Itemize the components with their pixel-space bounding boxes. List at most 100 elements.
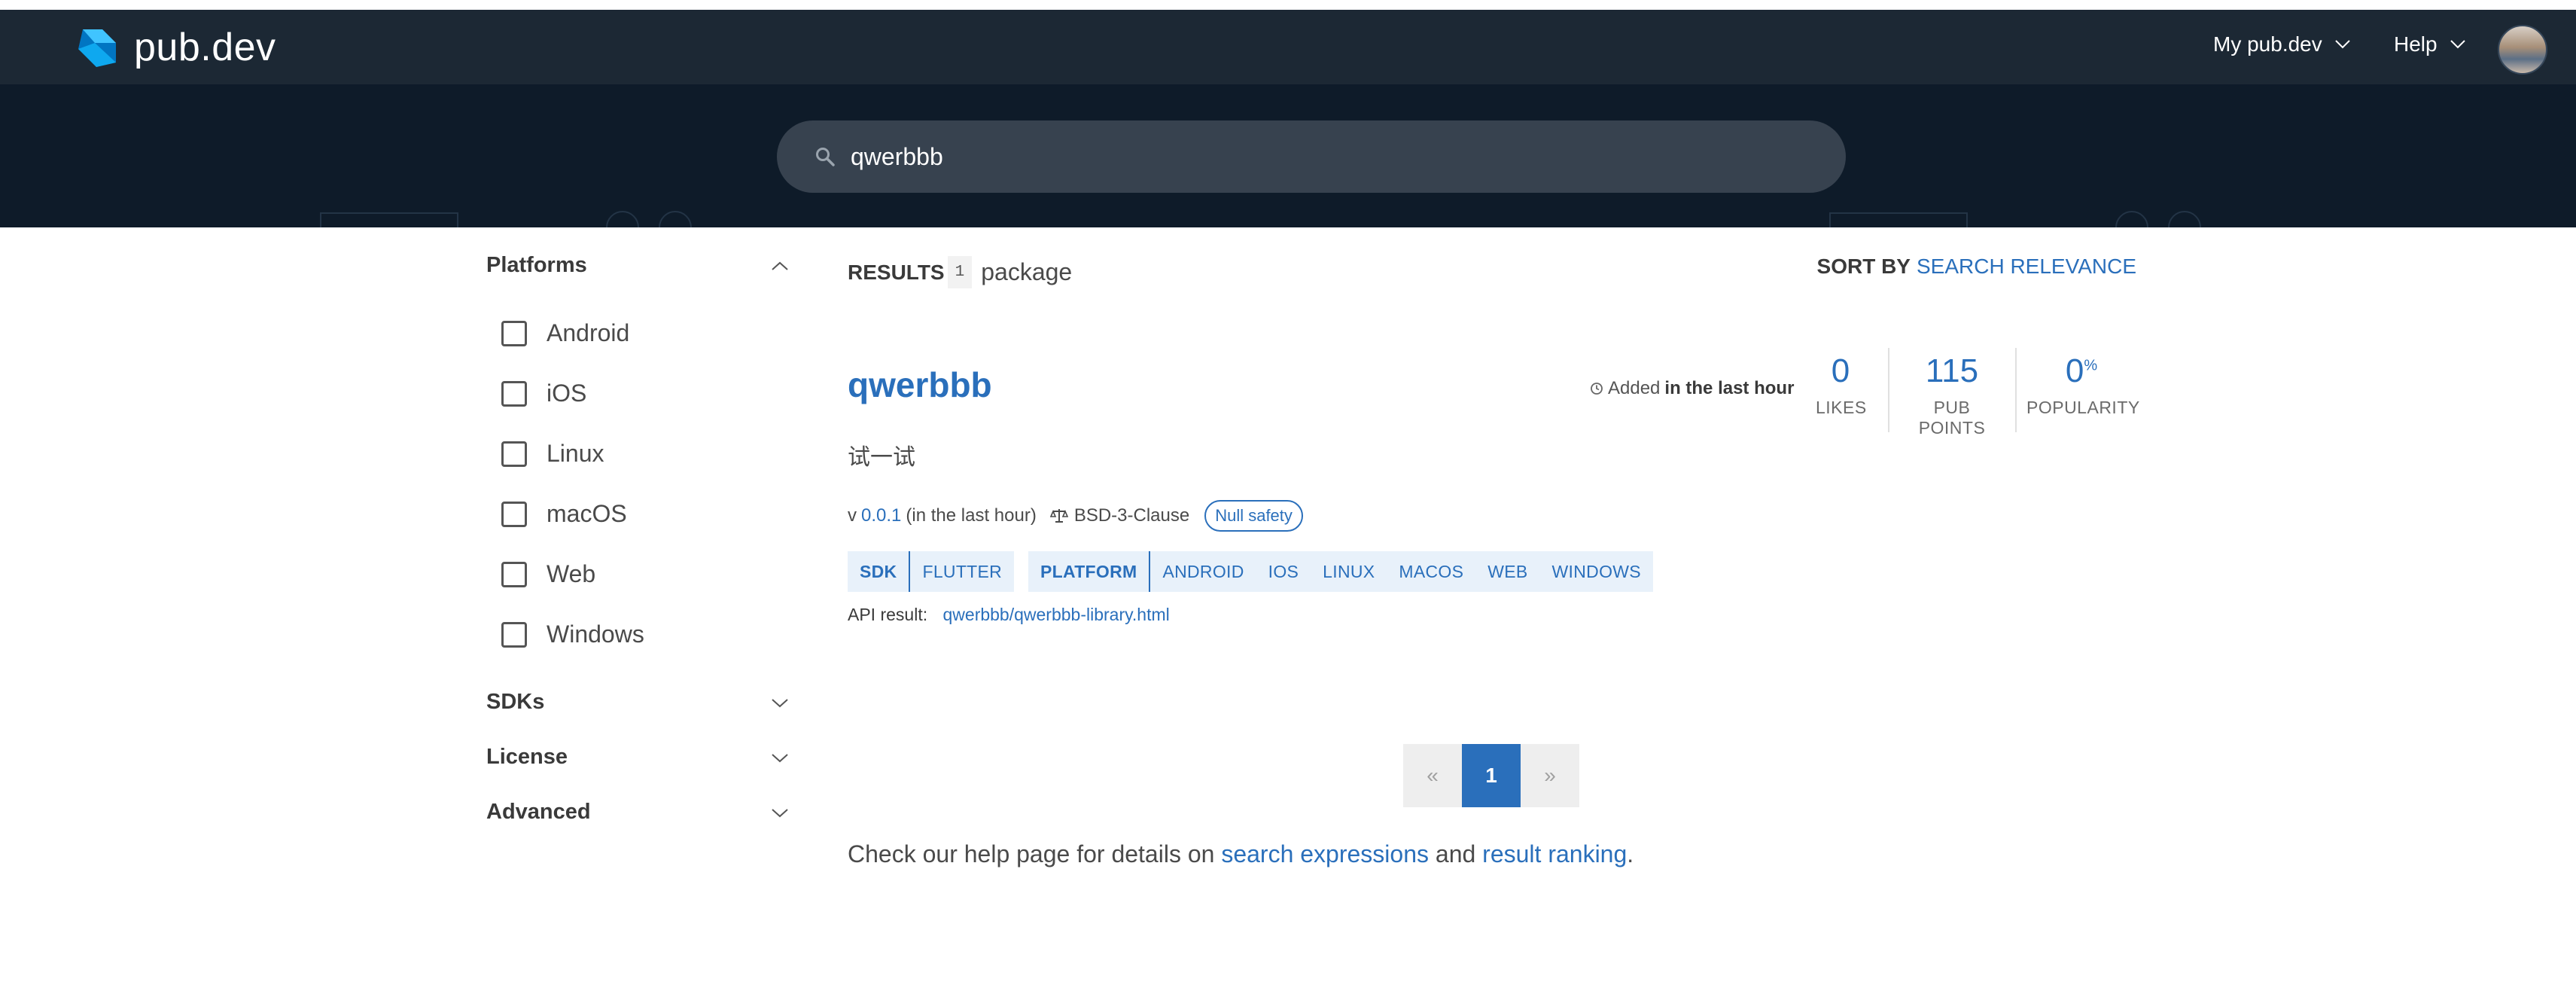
popularity-label: POPULARITY xyxy=(2026,398,2140,417)
balance-scale-icon xyxy=(1049,509,1068,523)
filter-license-header[interactable]: License xyxy=(486,745,789,770)
chevron-down-icon xyxy=(2450,40,2465,49)
platform-tag-key[interactable]: PLATFORM xyxy=(1028,551,1151,592)
license-label: BSD-3-Clause xyxy=(1073,505,1190,526)
popularity-unit: % xyxy=(2084,357,2098,374)
chevron-down-icon xyxy=(772,809,788,818)
checkbox[interactable] xyxy=(501,561,527,587)
platform-checkbox-macos[interactable]: macOS xyxy=(501,500,627,528)
checkbox-label: Android xyxy=(547,319,630,346)
result-ranking-link[interactable]: result ranking xyxy=(1482,840,1627,868)
api-result-link[interactable]: qwerbbb/qwerbbb-library.html xyxy=(943,605,1170,624)
version-link[interactable]: 0.0.1 xyxy=(861,505,901,526)
sdk-tags: SDK FLUTTER xyxy=(848,551,1015,592)
search-box[interactable]: qwerbbb xyxy=(777,120,1846,193)
page-1-button[interactable]: 1 xyxy=(1462,744,1521,807)
prev-page-button[interactable]: « xyxy=(1403,744,1462,807)
filter-advanced-header[interactable]: Advanced xyxy=(486,800,789,825)
checkbox[interactable] xyxy=(501,380,527,407)
metric-divider xyxy=(1888,348,1889,432)
results-unit: package xyxy=(981,258,1073,285)
help-text: Check our help page for details on searc… xyxy=(848,840,1634,868)
results-count: 1 xyxy=(947,256,973,288)
clock-icon xyxy=(1591,383,1603,395)
help-label: Help xyxy=(2394,32,2437,56)
pub-dev-logo[interactable]: pub.dev xyxy=(72,25,276,70)
added-info: Added in the last hour xyxy=(1590,378,1794,399)
help-prefix: Check our help page for details on xyxy=(848,840,1215,868)
likes-value: 0 xyxy=(1831,352,1850,389)
platform-tags: PLATFORM ANDROID IOS LINUX MACOS WEB WIN… xyxy=(1028,551,1653,592)
platform-checkbox-windows[interactable]: Windows xyxy=(501,621,644,648)
top-bar: pub.dev My pub.dev Help xyxy=(0,0,2576,84)
platform-checkbox-web[interactable]: Web xyxy=(501,560,595,588)
sort-value[interactable]: SEARCH RELEVANCE xyxy=(1917,255,2136,278)
filter-sdks-header[interactable]: SDKs xyxy=(486,690,789,715)
platform-checkbox-linux[interactable]: Linux xyxy=(501,440,604,468)
banner-decoration xyxy=(659,211,692,227)
likes-label: LIKES xyxy=(1816,398,1867,417)
popularity-value-wrap: 0% xyxy=(2026,352,2136,390)
popularity-value: 0 xyxy=(2065,352,2084,389)
checkbox-label: iOS xyxy=(547,380,587,407)
platform-tag-ios[interactable]: IOS xyxy=(1256,551,1311,592)
filter-title: Platforms xyxy=(486,253,587,277)
brand-name: pub.dev xyxy=(134,26,276,69)
banner-decoration xyxy=(1829,212,1968,227)
added-prefix: Added xyxy=(1608,378,1661,398)
package-title-link[interactable]: qwerbbb xyxy=(848,364,992,405)
package-description: 试一试 xyxy=(848,444,915,471)
search-input[interactable]: qwerbbb xyxy=(851,143,943,171)
sdk-tag-flutter[interactable]: FLUTTER xyxy=(910,551,1014,592)
help-menu[interactable]: Help xyxy=(2394,32,2466,56)
checkbox-label: Windows xyxy=(547,621,644,648)
search-banner: qwerbbb xyxy=(0,84,2576,227)
help-mid: and xyxy=(1435,840,1476,868)
chevron-down-icon xyxy=(772,754,788,763)
checkbox[interactable] xyxy=(501,621,527,648)
chevron-down-icon xyxy=(2335,40,2350,49)
help-suffix: . xyxy=(1627,840,1634,868)
next-page-button[interactable]: » xyxy=(1521,744,1579,807)
platform-checkbox-android[interactable]: Android xyxy=(501,319,629,347)
api-result: API result: qwerbbb/qwerbbb-library.html xyxy=(848,605,1170,625)
checkbox[interactable] xyxy=(501,501,527,527)
checkbox[interactable] xyxy=(501,320,527,346)
checkbox-label: macOS xyxy=(547,500,627,527)
pub-points-value: 115 xyxy=(1925,352,1979,389)
user-avatar[interactable] xyxy=(2498,25,2547,75)
added-when: in the last hour xyxy=(1664,378,1795,398)
banner-decoration xyxy=(606,211,639,227)
popularity-metric[interactable]: 0% POPULARITY xyxy=(2026,352,2140,418)
filter-title: License xyxy=(486,745,568,769)
platform-tag-android[interactable]: ANDROID xyxy=(1150,551,1256,592)
results-summary: RESULTS 1 package xyxy=(848,256,1072,288)
checkbox-label: Linux xyxy=(547,440,604,467)
banner-decoration xyxy=(2168,211,2201,227)
version-prefix: v xyxy=(848,505,857,526)
sdk-tag-key[interactable]: SDK xyxy=(848,551,911,592)
likes-metric[interactable]: 0 LIKES xyxy=(1816,352,1867,418)
null-safety-badge[interactable]: Null safety xyxy=(1204,500,1303,532)
platform-tag-linux[interactable]: LINUX xyxy=(1311,551,1387,592)
platform-tag-web[interactable]: WEB xyxy=(1475,551,1539,592)
banner-decoration xyxy=(320,212,458,227)
platform-checkbox-ios[interactable]: iOS xyxy=(501,380,586,407)
metric-divider xyxy=(2015,348,2017,432)
chevron-down-icon xyxy=(772,699,788,708)
filter-title: SDKs xyxy=(486,690,545,714)
my-pub-dev-menu[interactable]: My pub.dev xyxy=(2213,32,2351,56)
version-when: (in the last hour) xyxy=(906,505,1037,526)
api-result-label: API result: xyxy=(848,605,928,624)
search-icon xyxy=(816,148,835,166)
checkbox[interactable] xyxy=(501,441,527,467)
platform-tag-macos[interactable]: MACOS xyxy=(1387,551,1475,592)
pub-points-metric[interactable]: 115 PUB POINTS xyxy=(1899,352,2005,438)
search-expressions-link[interactable]: search expressions xyxy=(1221,840,1429,868)
dart-logo-icon xyxy=(78,29,116,67)
pub-points-label: PUB POINTS xyxy=(1918,398,1986,438)
filter-platforms-header[interactable]: Platforms xyxy=(486,253,789,278)
chevron-up-icon xyxy=(772,261,788,270)
platform-tag-windows[interactable]: WINDOWS xyxy=(1540,551,1653,592)
sort-control[interactable]: SORT BY SEARCH RELEVANCE xyxy=(1817,255,2136,279)
